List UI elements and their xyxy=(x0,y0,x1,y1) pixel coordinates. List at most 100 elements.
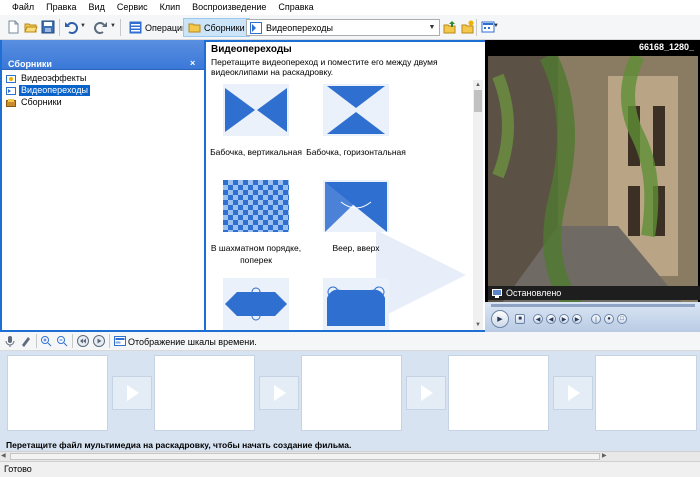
open-project-icon[interactable] xyxy=(24,20,38,34)
toolbar-separator xyxy=(59,19,60,36)
redo-dropdown-icon[interactable]: ▼ xyxy=(110,23,116,29)
previous-icon: ◀ xyxy=(535,316,541,323)
zoom-out-icon[interactable] xyxy=(56,335,68,347)
storyboard-clip-slot[interactable] xyxy=(595,355,697,431)
toolbar-separator xyxy=(476,19,477,36)
save-project-icon[interactable] xyxy=(41,20,55,34)
transition-caption: Бабочка, вертикальная xyxy=(210,147,302,157)
collections-pane-header: Сборники × xyxy=(2,40,204,70)
scrollbar-thumb[interactable] xyxy=(474,90,482,112)
fast-forward-button[interactable]: ▶ xyxy=(559,314,569,324)
timeline-icon[interactable] xyxy=(114,335,126,347)
transitions-content-pane: Видеопереходы Перетащите видеопереход и … xyxy=(206,40,485,332)
operations-button[interactable]: Операции xyxy=(124,18,192,37)
status-bar: Готово xyxy=(0,461,700,477)
tree-item-video-effects[interactable]: Видеоэффекты xyxy=(6,73,88,84)
play-button[interactable]: ▶ xyxy=(491,310,509,328)
menu-tools[interactable]: Сервис xyxy=(111,0,154,15)
stop-button[interactable]: ■ xyxy=(515,314,525,324)
new-collection-icon[interactable] xyxy=(461,20,475,34)
menu-help[interactable]: Справка xyxy=(272,0,319,15)
scroll-down-icon[interactable]: ▼ xyxy=(473,320,483,330)
narration-icon[interactable] xyxy=(4,335,16,347)
undo-icon[interactable] xyxy=(64,20,78,34)
seek-bar[interactable] xyxy=(491,304,695,307)
monitor-icon xyxy=(492,288,502,298)
transition-slot-icon xyxy=(568,385,580,401)
new-project-icon[interactable] xyxy=(6,20,20,34)
storyboard-transition-slot[interactable] xyxy=(553,376,593,410)
checkerboard-thumbnail xyxy=(223,180,289,232)
toolbar-separator xyxy=(109,334,110,348)
transition-tile[interactable]: Бабочка, горизонтальная xyxy=(306,84,406,158)
split-button[interactable]: ❘ xyxy=(591,314,601,324)
storyboard-clip-slot[interactable] xyxy=(7,355,108,431)
rewind-storyboard-icon[interactable] xyxy=(77,335,89,347)
chevron-down-icon[interactable]: ▼ xyxy=(425,20,439,35)
scroll-left-icon[interactable]: ◀ xyxy=(1,452,6,459)
tree-item-video-transitions[interactable]: Видеопереходы xyxy=(6,85,90,96)
transition-tile[interactable]: В шахматном порядке, поперек xyxy=(206,180,306,266)
split-icon: ❘ xyxy=(593,316,599,323)
menu-file[interactable]: Файл xyxy=(6,0,40,15)
storyboard xyxy=(0,351,700,439)
curl-thumbnail xyxy=(323,278,389,330)
zoom-in-icon[interactable] xyxy=(40,335,52,347)
tree-item-label: Видеоэффекты xyxy=(21,73,87,83)
next-frame-button[interactable]: ▶ xyxy=(572,314,582,324)
wave-thumbnail xyxy=(223,278,289,330)
status-text: Готово xyxy=(4,464,32,474)
storyboard-hint: Перетащите файл мультимедиа на раскадров… xyxy=(0,439,700,451)
transition-tile[interactable] xyxy=(306,278,406,332)
scroll-up-icon[interactable]: ▲ xyxy=(473,80,483,90)
content-description: Перетащите видеопереход и поместите его … xyxy=(211,57,438,77)
scrollbar-track[interactable] xyxy=(10,453,600,460)
menu-playback[interactable]: Воспроизведение xyxy=(186,0,272,15)
storyboard-transition-slot[interactable] xyxy=(112,376,152,410)
fullscreen-button[interactable]: □ xyxy=(617,314,627,324)
main-toolbar: ▼ ▼ Операции Сборники Видеопереходы ▼ ▼ xyxy=(0,15,700,40)
redo-icon[interactable] xyxy=(94,20,108,34)
snapshot-button[interactable]: ● xyxy=(604,314,614,324)
transition-caption: В шахматном порядке, поперек xyxy=(210,243,302,265)
combo-value: Видеопереходы xyxy=(266,22,333,33)
storyboard-clip-slot[interactable] xyxy=(154,355,255,431)
show-timeline-label[interactable]: Отображение шкалы времени. xyxy=(128,337,257,347)
transition-tile[interactable] xyxy=(206,278,306,332)
collections-combobox[interactable]: Видеопереходы ▼ xyxy=(246,19,440,36)
storyboard-transition-slot[interactable] xyxy=(259,376,299,410)
storyboard-clip-slot[interactable] xyxy=(301,355,402,431)
tree-item-label: Сборники xyxy=(21,97,62,107)
transition-tile[interactable]: Бабочка, вертикальная xyxy=(206,84,306,158)
menu-edit[interactable]: Правка xyxy=(40,0,82,15)
previous-frame-button[interactable]: ◀ xyxy=(533,314,543,324)
horizontal-scrollbar[interactable]: ◀ ▶ xyxy=(0,451,700,461)
menu-clip[interactable]: Клип xyxy=(154,0,186,15)
up-level-icon[interactable] xyxy=(443,20,457,34)
storyboard-clip-slot[interactable] xyxy=(448,355,549,431)
rewind-button[interactable]: ◀ xyxy=(546,314,556,324)
scroll-right-icon[interactable]: ▶ xyxy=(602,452,607,459)
close-icon[interactable]: × xyxy=(190,58,195,68)
view-dropdown-icon[interactable]: ▼ xyxy=(493,23,499,29)
collections-button[interactable]: Сборники xyxy=(183,18,250,37)
play-storyboard-icon[interactable] xyxy=(93,335,105,347)
storyboard-transition-slot[interactable] xyxy=(406,376,446,410)
toolbar-separator xyxy=(120,19,121,36)
menu-bar: Файл Правка Вид Сервис Клип Воспроизведе… xyxy=(0,0,700,15)
collections-icon xyxy=(6,98,16,107)
tree-item-collections[interactable]: Сборники xyxy=(6,97,64,108)
transition-slot-icon xyxy=(421,385,433,401)
butterfly-horizontal-thumbnail xyxy=(323,84,389,136)
transitions-grid: Бабочка, вертикальная Бабочка, горизонта… xyxy=(206,80,472,332)
menu-view[interactable]: Вид xyxy=(83,0,111,15)
transition-tile[interactable]: Веер, вверх xyxy=(306,180,406,254)
undo-dropdown-icon[interactable]: ▼ xyxy=(80,23,86,29)
preview-status-bar: Остановлено xyxy=(488,286,700,300)
collections-pane: Сборники × Видеоэффекты Видеопереходы Сб… xyxy=(0,40,206,332)
audio-levels-icon[interactable] xyxy=(20,335,32,347)
operations-icon xyxy=(129,21,142,34)
vertical-scrollbar[interactable]: ▲ ▼ xyxy=(473,80,483,330)
preview-file-name: 66168_1280_ xyxy=(638,42,694,52)
transition-caption: Веер, вверх xyxy=(332,243,380,253)
